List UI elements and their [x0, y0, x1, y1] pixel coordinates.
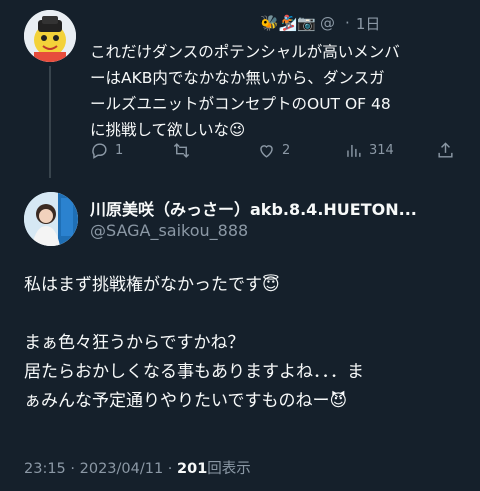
like-button[interactable]: 2: [257, 141, 290, 160]
retweet-icon: [173, 143, 190, 158]
profile-photo-icon: [24, 192, 78, 246]
tweet-line: まぁ色々狂うからですかね？: [24, 333, 245, 353]
tweet-meta: 🐝🏂📷 @ · 1日: [260, 12, 470, 34]
tweet-line: に挑戦して欲しいな😉: [90, 121, 246, 139]
view-count[interactable]: 201: [177, 461, 207, 477]
display-name-emoji: 🐝🏂📷: [260, 14, 317, 32]
analytics-icon: [347, 144, 361, 157]
separator-dot: ·: [345, 14, 350, 32]
tweet-footer: 23:15 · 2023/04/11 · 201回表示: [24, 457, 251, 478]
reply-count: 1: [115, 143, 124, 158]
reply-icon: [92, 143, 107, 159]
avatar[interactable]: [24, 192, 78, 246]
view-label: 回表示: [207, 461, 251, 477]
tweet-line: 私はまず挑戦権がなかったです😇: [24, 275, 280, 295]
thread-line: [49, 66, 51, 178]
tweet-line: ぁみんな予定通りやりたいですものねー😈: [24, 391, 348, 411]
handle-stub[interactable]: @: [320, 14, 335, 32]
share-icon: [438, 142, 453, 158]
views-button[interactable]: 314: [344, 141, 394, 160]
view-count: 314: [369, 143, 394, 158]
share-button[interactable]: [436, 141, 455, 160]
display-name[interactable]: 川原美咲（みっさー）akb.8.4.HUETON...: [90, 196, 465, 220]
parent-tweet[interactable]: 🐝🏂📷 @ · 1日 これだけダンスのポテンシャルが高いメンバ ーはAKB内でな…: [0, 0, 480, 178]
tweet-time[interactable]: 1日: [356, 13, 381, 34]
tweet-line: これだけダンスのポテンシャルが高いメンバ: [90, 43, 400, 61]
reply-button[interactable]: 1: [90, 141, 123, 160]
character-avatar-icon: [24, 10, 76, 62]
tweet-line: ーはAKB内でなかなか無いから、ダンスガ: [90, 69, 385, 87]
timestamp[interactable]: 23:15 · 2023/04/11 ·: [24, 461, 177, 477]
heart-icon: [260, 145, 273, 158]
tweet-actions: 1 2 314: [90, 141, 460, 165]
tweet-text: これだけダンスのポテンシャルが高いメンバ ーはAKB内でなかなか無いから、ダンス…: [90, 39, 462, 143]
retweet-button[interactable]: [172, 141, 197, 160]
avatar[interactable]: [24, 10, 76, 62]
tweet-line: ールズユニットがコンセプトのOUT OF 48: [90, 95, 391, 113]
user-handle[interactable]: @SAGA_saikou_888: [90, 221, 248, 240]
like-count: 2: [282, 143, 291, 158]
tweet-line: 居たらおかしくなる事もありますよね．．．ま: [24, 362, 364, 382]
main-tweet-text: 私はまず挑戦権がなかったです😇 まぁ色々狂うからですかね？ 居たらおかしくなる事…: [24, 271, 464, 416]
